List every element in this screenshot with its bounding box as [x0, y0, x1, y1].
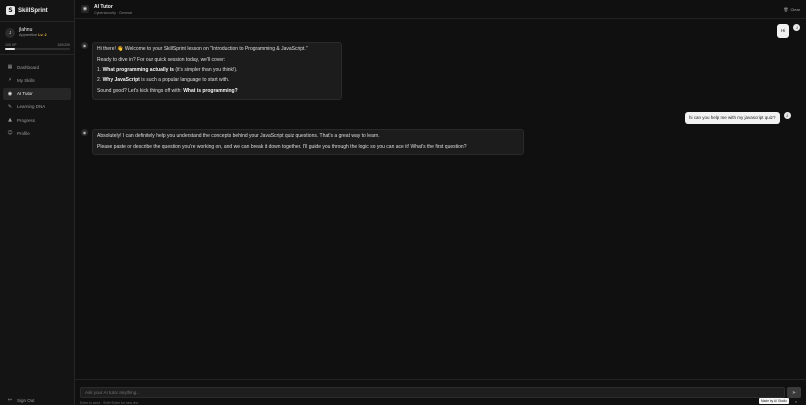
xp-progress-fill: [5, 48, 15, 50]
avatar: J: [5, 27, 15, 38]
sidebar-item-progress[interactable]: ▲ Progress: [3, 114, 71, 126]
sidebar-item-ai-tutor[interactable]: ◉ AI Tutor: [3, 87, 71, 100]
chart-icon: ▲: [8, 117, 12, 124]
skills-icon: ⚡: [8, 77, 12, 84]
list-item: 1. What programming actually is (it's si…: [97, 67, 337, 74]
user-level: Lv. 2: [38, 33, 47, 37]
divider: [0, 21, 75, 22]
send-icon: ➤: [791, 389, 797, 396]
user-message: hi can you help me with my javascript qu…: [685, 112, 791, 124]
divider: [0, 54, 75, 55]
brand[interactable]: S SkillSprint: [6, 6, 48, 15]
message-text: Absolutely! I can definitely help you un…: [97, 133, 380, 139]
dna-icon: ✎: [7, 103, 13, 110]
grid-icon: ▦: [7, 64, 13, 70]
logo-icon: S: [6, 6, 15, 15]
bot-message: ◉ Hi there! 👋 Welcome to your SkillSprin…: [81, 42, 342, 100]
list-bold: Why JavaScript: [102, 77, 140, 83]
sidebar: S SkillSprint J jlahnu Apprentice Lv. 2 …: [0, 0, 75, 405]
clear-label: Clear: [790, 7, 800, 12]
list-text: is such a popular language to start with…: [139, 77, 230, 83]
sidebar-item-learning-dna[interactable]: ✎ Learning DNA: [3, 101, 71, 113]
xp-progress-bar: [5, 48, 70, 50]
avatar: J: [793, 24, 801, 31]
close-icon[interactable]: ×: [793, 398, 799, 404]
composer: Ask your AI tutor anything... ➤ Enter to…: [75, 379, 806, 405]
sidebar-item-label: Dashboard: [17, 64, 40, 70]
closing-bold: What is programming?: [183, 87, 238, 94]
sidebar-item-my-skills[interactable]: ⚡ My Skills: [3, 74, 71, 86]
message-text: Sound good? Let's kick things off with: …: [97, 88, 337, 95]
logout-icon: ↦: [7, 397, 13, 403]
clear-button[interactable]: 🗑 Clear: [783, 7, 800, 12]
bot-icon: ◉: [81, 5, 89, 13]
sidebar-item-dashboard[interactable]: ▦ Dashboard: [3, 61, 71, 73]
message-list: 1. What programming actually is (it's si…: [97, 67, 337, 84]
bot-icon: ◉: [81, 42, 88, 49]
user-rank-line: Apprentice Lv. 2: [19, 33, 47, 38]
bot-icon: ◉: [81, 129, 88, 136]
sidebar-item-label: AI Tutor: [17, 91, 33, 97]
chat-input[interactable]: Ask your AI tutor anything...: [80, 387, 785, 398]
page-title: AI Tutor: [94, 4, 113, 10]
sign-out-button[interactable]: ↦ Sign Out: [7, 397, 35, 403]
message-text: Ready to dive in? For our quick session …: [97, 56, 226, 63]
message-bubble: Hi there! 👋 Welcome to your SkillSprint …: [92, 42, 342, 100]
xp-right: 100/200: [57, 43, 70, 47]
chat-header: ◉ AI Tutor Cybersecurity · General 🗑 Cle…: [75, 0, 806, 19]
bot-message: ◉ Absolutely! I can definitely help you …: [81, 129, 524, 155]
avatar: J: [783, 112, 791, 119]
sidebar-item-label: Progress: [17, 117, 36, 123]
sidebar-item-label: My Skills: [17, 77, 35, 83]
list-text: (it's simpler than you think!).: [173, 67, 238, 73]
send-button[interactable]: ➤: [787, 387, 801, 398]
message-bubble: hi can you help me with my javascript qu…: [685, 112, 780, 124]
page-subtitle: Cybersecurity · General: [94, 10, 132, 15]
input-hint: Enter to send · Shift+Enter for new line: [80, 401, 139, 405]
sidebar-item-label: Learning DNA: [17, 104, 46, 110]
sign-out-label: Sign Out: [17, 397, 35, 403]
trash-icon: 🗑: [783, 7, 789, 12]
list-item: 2. Why JavaScript is such a popular lang…: [97, 77, 337, 84]
list-number: 2.: [97, 77, 102, 83]
app-name: SkillSprint: [18, 7, 48, 14]
user-card: J jlahnu Apprentice Lv. 2: [5, 27, 47, 38]
sidebar-item-profile[interactable]: ☺ Profile: [3, 127, 71, 139]
bot-icon: ◉: [7, 90, 13, 97]
message-text: Hi there! 👋 Welcome to your SkillSprint …: [97, 46, 308, 52]
sidebar-item-label: Profile: [17, 130, 30, 136]
list-number: 1.: [97, 67, 102, 73]
list-bold: What programming actually is: [102, 67, 174, 73]
made-with-badge[interactable]: Made by AI Studio: [759, 398, 789, 404]
closing-text: Sound good? Let's kick things off with:: [97, 87, 184, 94]
user-message: Hi J: [777, 24, 801, 38]
message-bubble: Hi: [777, 24, 790, 38]
xp-left: 100 XP: [5, 43, 17, 47]
message-text: Please paste or describe the question yo…: [97, 143, 467, 150]
message-bubble: Absolutely! I can definitely help you un…: [92, 129, 524, 155]
sidebar-nav: ▦ Dashboard ⚡ My Skills ◉ AI Tutor ✎ Lea…: [3, 61, 71, 141]
user-rank: Apprentice: [19, 33, 38, 37]
xp-labels: 100 XP 100/200: [5, 43, 70, 47]
user-icon: ☺: [7, 130, 13, 137]
